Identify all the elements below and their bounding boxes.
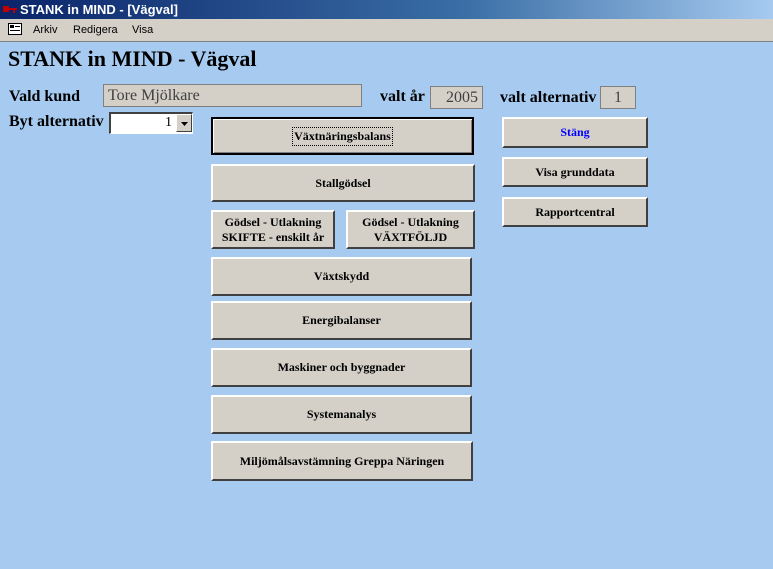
miljomal-button[interactable]: Miljömålsavstämning Greppa Näringen [211, 441, 473, 481]
menu-bar: Arkiv Redigera Visa [0, 19, 773, 42]
selected-alternative-label: valt alternativ [500, 89, 597, 106]
change-alternative-combo[interactable]: 1 [109, 112, 193, 134]
godsel-vaxtfoljd-label: Gödsel - Utlakning VÄXTFÖLJD [362, 214, 459, 244]
godsel-vaxtfoljd-button[interactable]: Gödsel - Utlakning VÄXTFÖLJD [346, 210, 475, 249]
vaxtskydd-button[interactable]: Växtskydd [211, 257, 472, 296]
maskiner-button[interactable]: Maskiner och byggnader [211, 348, 472, 387]
app-key-icon [3, 6, 17, 13]
selected-alternative-field[interactable]: 1 [600, 86, 636, 109]
show-basedata-button[interactable]: Visa grunddata [502, 157, 648, 187]
menu-visa[interactable]: Visa [132, 19, 153, 41]
systemanalys-button[interactable]: Systemanalys [211, 395, 472, 434]
change-alternative-label: Byt alternativ [9, 113, 104, 130]
vaxtnaringsbalans-label: Växtnäringsbalans [292, 126, 393, 146]
stallgodsel-button[interactable]: Stallgödsel [211, 164, 475, 202]
vaxtnaringsbalans-button[interactable]: Växtnäringsbalans [211, 117, 474, 155]
stallgodsel-label: Stallgödsel [315, 175, 371, 190]
year-label: valt år [380, 88, 425, 105]
energibalanser-button[interactable]: Energibalanser [211, 301, 472, 340]
chevron-down-icon [181, 122, 188, 126]
year-field[interactable]: 2005 [430, 86, 483, 109]
menu-redigera[interactable]: Redigera [73, 19, 118, 41]
title-bar[interactable]: STANK in MIND - [Vägval] [0, 0, 773, 19]
dropdown-button[interactable] [176, 114, 192, 132]
menu-arkiv[interactable]: Arkiv [33, 19, 57, 41]
window-title: STANK in MIND - [Vägval] [20, 2, 178, 17]
godsel-skifte-button[interactable]: Gödsel - Utlakning SKIFTE - enskilt år [211, 210, 335, 249]
report-center-label: Rapportcentral [535, 204, 615, 219]
form-system-icon[interactable] [8, 23, 22, 35]
vaxtskydd-label: Växtskydd [313, 269, 370, 283]
show-basedata-label: Visa grunddata [535, 164, 615, 179]
customer-field[interactable]: Tore Mjölkare [103, 84, 362, 107]
energibalanser-label: Energibalanser [302, 313, 381, 327]
customer-label: Vald kund [9, 88, 81, 105]
systemanalys-label: Systemanalys [306, 407, 377, 421]
close-button[interactable]: Stäng [502, 117, 648, 148]
page-title: STANK in MIND - Vägval [8, 46, 257, 71]
godsel-skifte-label: Gödsel - Utlakning SKIFTE - enskilt år [221, 214, 325, 244]
report-center-button[interactable]: Rapportcentral [502, 197, 648, 227]
close-label: Stäng [560, 125, 590, 139]
main-form: STANK in MIND - Vägval Vald kund Tore Mj… [0, 42, 773, 569]
maskiner-label: Maskiner och byggnader [277, 360, 406, 374]
miljomal-label: Miljömålsavstämning Greppa Näringen [239, 453, 445, 468]
change-alternative-value: 1 [165, 115, 172, 130]
